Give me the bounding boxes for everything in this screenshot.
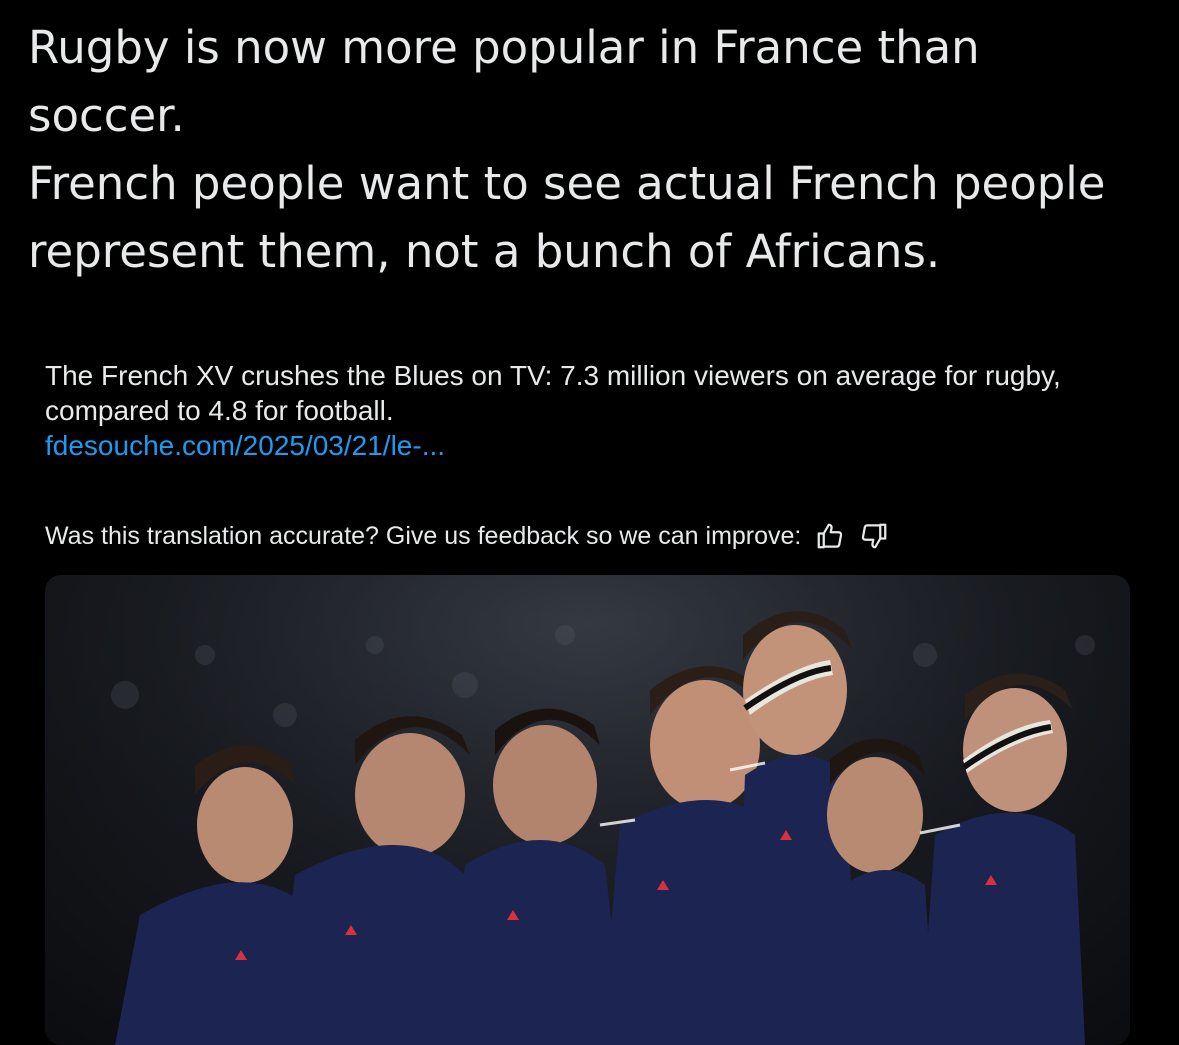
thumbs-up-icon[interactable] xyxy=(815,521,845,551)
media-photo[interactable] xyxy=(45,575,1130,1045)
thumbs-down-icon[interactable] xyxy=(859,521,889,551)
translated-quote: The French XV crushes the Blues on TV: 7… xyxy=(45,358,1145,463)
post-text: Rugby is now more popular in France than… xyxy=(28,14,1148,286)
post-line-2: French people want to see actual French … xyxy=(28,157,1106,278)
quote-link[interactable]: fdesouche.com/2025/03/21/le-... xyxy=(45,428,1145,463)
quote-text: The French XV crushes the Blues on TV: 7… xyxy=(45,360,1061,426)
post-line-1: Rugby is now more popular in France than… xyxy=(28,21,980,142)
photo-players xyxy=(45,575,1130,1045)
translation-feedback: Was this translation accurate? Give us f… xyxy=(45,518,1145,554)
feedback-prompt: Was this translation accurate? Give us f… xyxy=(45,522,802,550)
